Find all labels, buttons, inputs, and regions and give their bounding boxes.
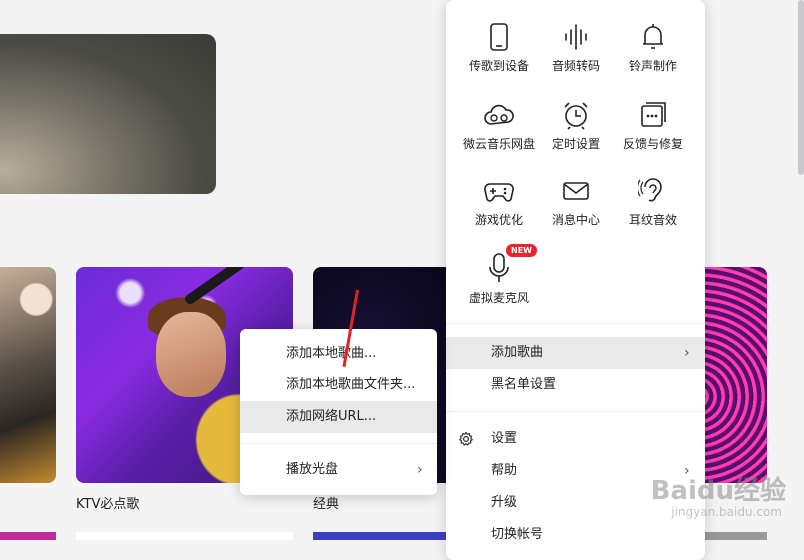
tool-label: 虚拟麦克风 [468,291,529,305]
submenu-item-label: 添加本地歌曲文件夹... [286,377,416,392]
ear-icon [638,178,662,202]
menu-item-add-song[interactable]: 添加歌曲 › [446,337,705,369]
playlist-card-image[interactable] [76,532,293,540]
new-badge: NEW [506,244,537,257]
singer-face [156,312,226,397]
menu-item-label: 添加歌曲 [491,345,544,360]
chevron-right-icon: › [417,462,423,478]
playlist-title-classic[interactable]: 经典 [313,493,339,512]
submenu-item-play-disc[interactable]: 播放光盘 › [240,454,437,486]
tool-ear-effect[interactable]: 耳纹音效 [608,176,698,228]
submenu-item-label: 添加网络URL... [286,409,377,424]
submenu-item-add-local-song[interactable]: 添加本地歌曲... [240,338,437,370]
menu-item-label: 切换帐号 [491,527,544,542]
tool-label: 反馈与修复 [622,137,683,151]
submenu-item-label: 播放光盘 [286,462,339,477]
menu-divider [446,323,705,324]
watermark-url: jingyan.baidu.com [671,505,782,519]
watermark: Baidu经验 [650,476,786,506]
gear-icon [459,431,473,446]
menu-item-settings[interactable]: 设置 [446,423,705,455]
menu-item-label: 黑名单设置 [491,377,557,392]
submenu-item-add-url[interactable]: 添加网络URL... [240,401,437,433]
playlist-card-image[interactable] [313,532,453,540]
playlist-card-image[interactable] [0,532,56,540]
submenu-item-add-local-folder[interactable]: 添加本地歌曲文件夹... [240,369,437,401]
microphone-icon [489,253,509,282]
tool-label: 耳纹音效 [628,213,677,227]
alarm-clock-icon [564,102,588,130]
menu-item-label: 升级 [491,495,518,510]
chevron-right-icon: › [684,345,690,361]
submenu-divider [240,443,437,444]
menu-item-label: 帮助 [491,463,518,478]
feedback-icon [641,102,666,127]
bell-icon [643,24,663,49]
cloud-icon [484,104,514,125]
microphone-image [183,267,271,307]
tool-label: 铃声制作 [628,59,677,73]
playlist-card-image[interactable] [0,267,56,483]
phone-icon [490,23,508,51]
waveform-icon [565,24,587,50]
menu-divider [446,411,705,412]
submenu-item-label: 添加本地歌曲... [286,346,377,361]
mail-icon [563,182,589,200]
tool-virtual-microphone[interactable]: 虚拟麦克风 [454,252,544,306]
scrollbar[interactable] [798,0,804,175]
tool-feedback-repair[interactable]: 反馈与修复 [608,100,698,152]
add-song-submenu: 添加本地歌曲... 添加本地歌曲文件夹... 添加网络URL... 播放光盘 › [240,329,437,495]
menu-item-label: 设置 [491,431,518,446]
menu-item-switch-account[interactable]: 切换帐号 [446,519,705,551]
banner-image[interactable] [0,34,216,194]
gamepad-icon [484,183,514,202]
menu-item-blacklist[interactable]: 黑名单设置 [446,369,705,401]
tool-ringtone-maker[interactable]: 铃声制作 [608,22,698,74]
playlist-title-ktv[interactable]: KTV必点歌 [76,493,139,512]
